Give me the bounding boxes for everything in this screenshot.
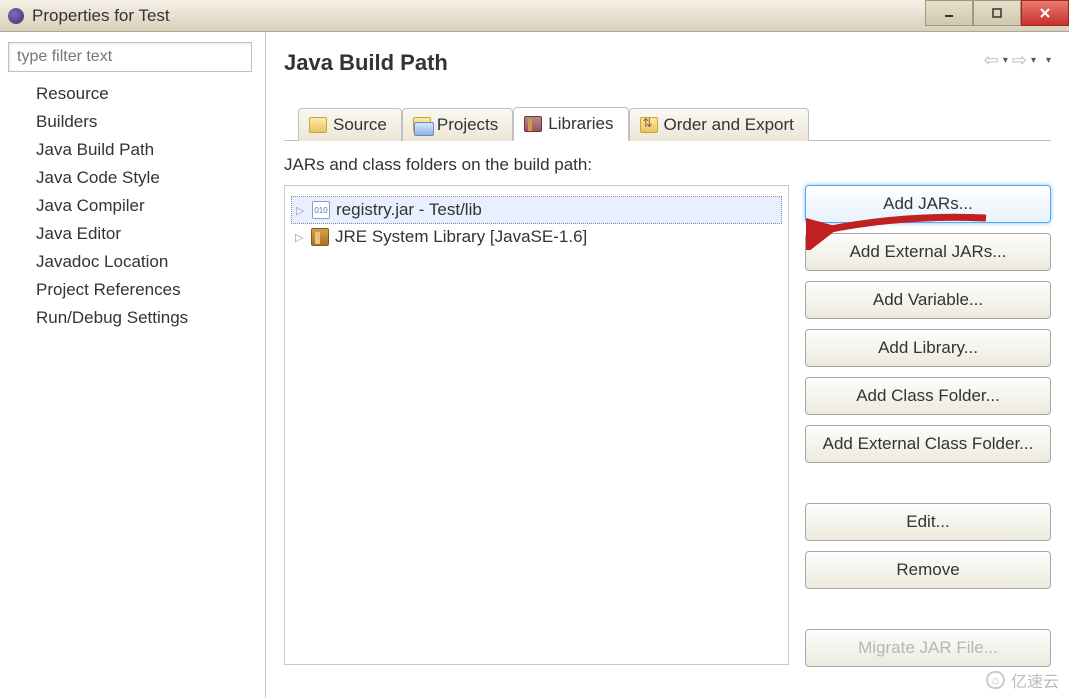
folder-open-icon [413, 117, 431, 133]
tab-projects[interactable]: Projects [402, 108, 513, 141]
classpath-entry[interactable]: ▷ registry.jar - Test/lib [291, 196, 782, 224]
entry-label: JRE System Library [JavaSE-1.6] [335, 227, 587, 247]
page-title: Java Build Path [284, 50, 1051, 76]
sidebar-item-builders[interactable]: Builders [8, 108, 257, 136]
add-jars-button[interactable]: Add JARs... [805, 185, 1051, 223]
tab-libraries-content: JARs and class folders on the build path… [284, 141, 1051, 667]
window-titlebar: Properties for Test [0, 0, 1069, 32]
sidebar-item-java-editor[interactable]: Java Editor [8, 220, 257, 248]
tab-label: Projects [437, 115, 498, 135]
sidebar-item-resource[interactable]: Resource [8, 80, 257, 108]
tab-label: Source [333, 115, 387, 135]
sidebar-item-java-build-path[interactable]: Java Build Path [8, 136, 257, 164]
maximize-button[interactable] [973, 0, 1021, 26]
order-icon [640, 117, 658, 133]
back-arrow-icon[interactable]: ⇦ [984, 50, 999, 71]
edit-button[interactable]: Edit... [805, 503, 1051, 541]
tab-bar: Source Projects Libraries Order and Export [284, 106, 1051, 141]
view-menu-dropdown[interactable]: ▾ [1046, 55, 1051, 66]
classpath-tree[interactable]: ▷ registry.jar - Test/lib ▷ JRE System Libr… [284, 185, 789, 665]
add-external-jars-button[interactable]: Add External JARs... [805, 233, 1051, 271]
sidebar-item-project-references[interactable]: Project References [8, 276, 257, 304]
forward-arrow-icon[interactable]: ⇨ [1012, 50, 1027, 71]
jar-icon [312, 201, 330, 219]
add-class-folder-button[interactable]: Add Class Folder... [805, 377, 1051, 415]
entry-label: registry.jar - Test/lib [336, 200, 482, 220]
watermark-icon: ⌂ [986, 671, 1005, 689]
sidebar: ResourceBuildersJava Build PathJava Code… [0, 32, 266, 698]
back-dropdown[interactable]: ▾ [1003, 55, 1008, 66]
add-library-button[interactable]: Add Library... [805, 329, 1051, 367]
minimize-button[interactable] [925, 0, 973, 26]
window-controls [925, 0, 1069, 26]
sidebar-item-javadoc-location[interactable]: Javadoc Location [8, 248, 257, 276]
close-button[interactable] [1021, 0, 1069, 26]
folder-icon [309, 117, 327, 133]
watermark-text: 亿速云 [1011, 668, 1059, 692]
classpath-entry[interactable]: ▷ JRE System Library [JavaSE-1.6] [291, 224, 782, 250]
button-column: Add JARs... Add External JARs... Add Varia… [805, 185, 1051, 667]
library-icon [524, 116, 542, 132]
tab-order-and-export[interactable]: Order and Export [629, 108, 809, 141]
forward-dropdown[interactable]: ▾ [1031, 55, 1036, 66]
add-variable-button[interactable]: Add Variable... [805, 281, 1051, 319]
main-panel: Java Build Path ⇦ ▾ ⇨ ▾ ▾ Source Projects Li… [266, 32, 1069, 698]
remove-button[interactable]: Remove [805, 551, 1051, 589]
migrate-jar-file-button: Migrate JAR File... [805, 629, 1051, 667]
sidebar-item-java-compiler[interactable]: Java Compiler [8, 192, 257, 220]
nav-arrows: ⇦ ▾ ⇨ ▾ ▾ [984, 50, 1051, 71]
tab-libraries[interactable]: Libraries [513, 107, 628, 141]
add-external-class-folder-button[interactable]: Add External Class Folder... [805, 425, 1051, 463]
tab-label: Order and Export [664, 115, 794, 135]
sidebar-item-run-debug-settings[interactable]: Run/Debug Settings [8, 304, 257, 332]
sidebar-item-java-code-style[interactable]: Java Code Style [8, 164, 257, 192]
content-heading: JARs and class folders on the build path… [284, 155, 1051, 175]
watermark: ⌂ 亿速云 [986, 668, 1059, 692]
tab-source[interactable]: Source [298, 108, 402, 141]
expand-arrow-icon[interactable]: ▷ [295, 231, 305, 244]
window-title: Properties for Test [32, 6, 170, 26]
jre-icon [311, 228, 329, 246]
expand-arrow-icon[interactable]: ▷ [296, 204, 306, 217]
eclipse-icon [8, 8, 24, 24]
filter-input[interactable] [8, 42, 252, 72]
category-tree: ResourceBuildersJava Build PathJava Code… [8, 80, 257, 332]
tab-label: Libraries [548, 114, 613, 134]
